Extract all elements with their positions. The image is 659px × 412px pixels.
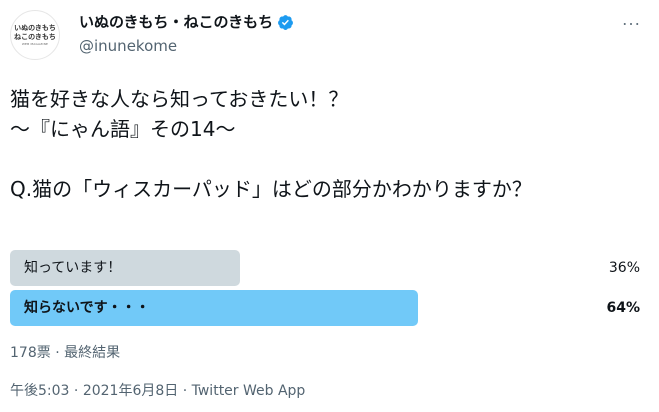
handle[interactable]: @inunekome <box>79 36 177 56</box>
avatar-line-2: ねこのきもち <box>14 32 56 41</box>
tweet-source[interactable]: Twitter Web App <box>192 383 306 399</box>
poll-option-2[interactable]: 知らないです・・・ 64% <box>10 290 650 326</box>
tweet-line-2: 〜『にゃん語』その14〜 <box>10 117 236 141</box>
verified-badge-icon <box>278 14 294 30</box>
tweet-line-1: 猫を好きな人なら知っておきたい！？ <box>10 87 349 111</box>
more-options-icon[interactable] <box>621 14 641 34</box>
poll-status: 最終結果 <box>64 345 121 361</box>
avatar-line-3: WEB MAGAZINE <box>21 41 49 46</box>
tweet-text: 猫を好きな人なら知っておきたい！？ 〜『にゃん語』その14〜 Q.猫の「ウィスカ… <box>10 84 650 204</box>
timestamp: 午後5:03 · 2021年6月8日 · Twitter Web App <box>10 383 306 399</box>
avatar-line-1: いぬのきもち <box>14 23 56 32</box>
poll-option-percent: 64% <box>606 300 640 316</box>
poll: 知っています！ 36% 知らないです・・・ 64% <box>10 250 650 330</box>
poll-option-label: 知っています！ <box>24 260 122 276</box>
tweet-date[interactable]: 2021年6月8日 <box>83 383 178 399</box>
display-name[interactable]: いぬのきもち・ねこのきもち <box>79 12 273 32</box>
avatar[interactable]: いぬのきもち ねこのきもち WEB MAGAZINE <box>10 10 60 60</box>
poll-vote-count: 178票 <box>10 345 51 361</box>
poll-meta: 178票 · 最終結果 <box>10 345 121 361</box>
poll-option-percent: 36% <box>608 260 640 276</box>
author-name-row[interactable]: いぬのきもち・ねこのきもち <box>79 12 294 32</box>
tweet: いぬのきもち ねこのきもち WEB MAGAZINE いぬのきもち・ねこのきもち… <box>0 0 659 412</box>
tweet-line-3: Q.猫の「ウィスカーパッド」はどの部分かわかりますか？ <box>10 177 532 201</box>
poll-option-label: 知らないです・・・ <box>24 300 150 316</box>
tweet-time[interactable]: 午後5:03 <box>10 383 69 399</box>
poll-option-1[interactable]: 知っています！ 36% <box>10 250 650 286</box>
